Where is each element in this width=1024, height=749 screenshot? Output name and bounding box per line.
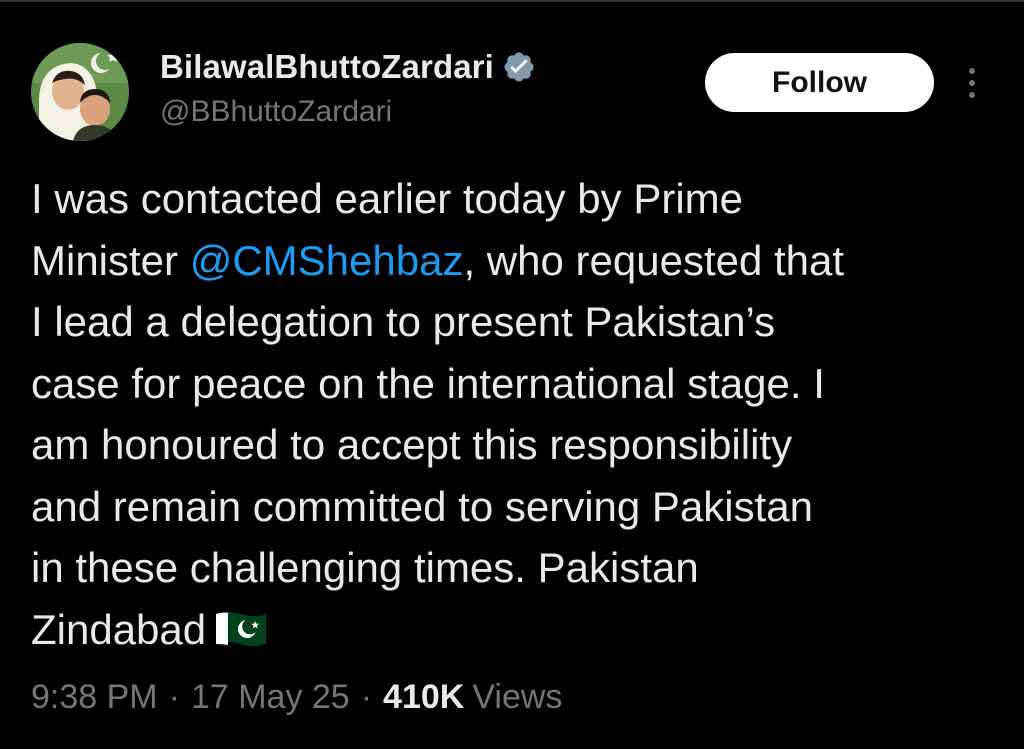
tweet-text-line: I lead a delegation to present Pakistan’… <box>31 298 776 345</box>
tweet-time[interactable]: 9:38 PM <box>31 678 158 717</box>
more-dot <box>969 92 975 98</box>
views-count[interactable]: 410K <box>383 678 464 717</box>
tweet-text-line: Zindabad <box>31 599 1006 665</box>
pakistan-flag-emoji <box>214 603 268 665</box>
tweet-text-line: case for peace on the international stag… <box>31 359 825 407</box>
author-display-name[interactable]: BilawalBhuttoZardari <box>160 48 494 86</box>
tweet-text-segment: , who requested that <box>463 236 845 284</box>
tweet-meta: 9:38 PM · 17 May 25 · 410K Views <box>31 678 562 717</box>
more-dot <box>969 68 975 74</box>
more-vertical-icon[interactable] <box>958 60 986 106</box>
views-label: Views <box>472 678 563 716</box>
meta-separator: · <box>168 678 180 716</box>
tweet-text-segment: Zindabad <box>31 605 207 653</box>
follow-button[interactable]: Follow <box>705 53 934 112</box>
verified-badge-icon[interactable] <box>502 50 536 84</box>
mention-link[interactable]: @CMShehbaz <box>190 237 464 284</box>
tweet-text-line: in these challenging times. Pakistan <box>31 544 699 591</box>
meta-separator: · <box>360 678 373 716</box>
tweet-text-line: am honoured to accept this responsibilit… <box>31 421 793 468</box>
tweet-text-segment: Minister <box>31 236 190 284</box>
avatar[interactable] <box>31 43 129 141</box>
more-dot <box>969 80 975 86</box>
tweet-text-line: Minister @CMShehbaz, who requested that <box>31 230 1006 292</box>
tweet-text: I was contacted earlier today by Prime M… <box>31 168 1006 664</box>
tweet-text-line: and remain committed to serving Pakistan <box>31 482 814 530</box>
author-handle[interactable]: @BBhuttoZardari <box>160 95 536 129</box>
tweet-date[interactable]: 17 May 25 <box>191 678 350 717</box>
avatar-image <box>31 43 129 141</box>
tweet-text-line: I was contacted earlier today by Prime <box>31 175 743 222</box>
author-block: BilawalBhuttoZardari @BBhuttoZardari <box>160 47 536 129</box>
author-name-row: BilawalBhuttoZardari <box>160 47 536 87</box>
tweet: BilawalBhuttoZardari @BBhuttoZardari Fol… <box>0 0 1024 749</box>
